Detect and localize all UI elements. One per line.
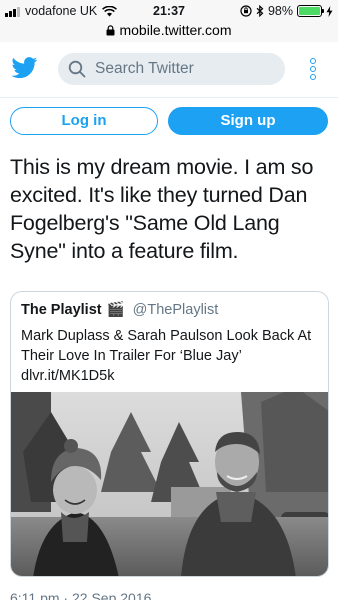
bluetooth-icon (256, 5, 264, 17)
quoted-tweet-header: The Playlist 🎬 @ThePlaylist (21, 301, 219, 319)
battery-percent: 98% (267, 4, 293, 18)
url-bar[interactable]: mobile.twitter.com (0, 22, 338, 42)
status-bar: vodafone UK 21:37 98% (0, 0, 338, 22)
quoted-headline: Mark Duplass & Sarah Paulson Look Back A… (21, 328, 312, 364)
tweet-text: This is my dream movie. I am so excited.… (10, 155, 314, 263)
search-icon (68, 60, 86, 78)
more-options-icon[interactable] (307, 58, 319, 82)
login-button[interactable]: Log in (10, 107, 158, 135)
orientation-lock-icon (240, 5, 252, 17)
quoted-tweet-card[interactable]: The Playlist 🎬 @ThePlaylist Mark Duplass… (10, 291, 329, 577)
signup-button[interactable]: Sign up (168, 107, 328, 135)
top-header (0, 42, 338, 98)
tweet-timestamp: 6:11 pm · 22 Sep 2016 (10, 590, 152, 600)
lock-icon (106, 25, 115, 36)
search-bar[interactable] (58, 53, 285, 85)
movie-still-image[interactable] (11, 392, 329, 577)
url-text: mobile.twitter.com (119, 22, 232, 38)
search-input[interactable] (95, 60, 265, 78)
clapperboard-icon: 🎬 (106, 302, 125, 318)
status-right: 98% (236, 4, 333, 18)
quoted-link[interactable]: dlvr.it/MK1D5k (21, 368, 114, 384)
quoted-author-handle: @ThePlaylist (132, 301, 219, 318)
charging-bolt-icon (326, 5, 333, 17)
quoted-tweet-text: Mark Duplass & Sarah Paulson Look Back A… (21, 326, 321, 386)
battery-icon (297, 5, 324, 17)
quoted-author-name: The Playlist (21, 301, 102, 318)
twitter-logo-icon[interactable] (11, 57, 38, 79)
